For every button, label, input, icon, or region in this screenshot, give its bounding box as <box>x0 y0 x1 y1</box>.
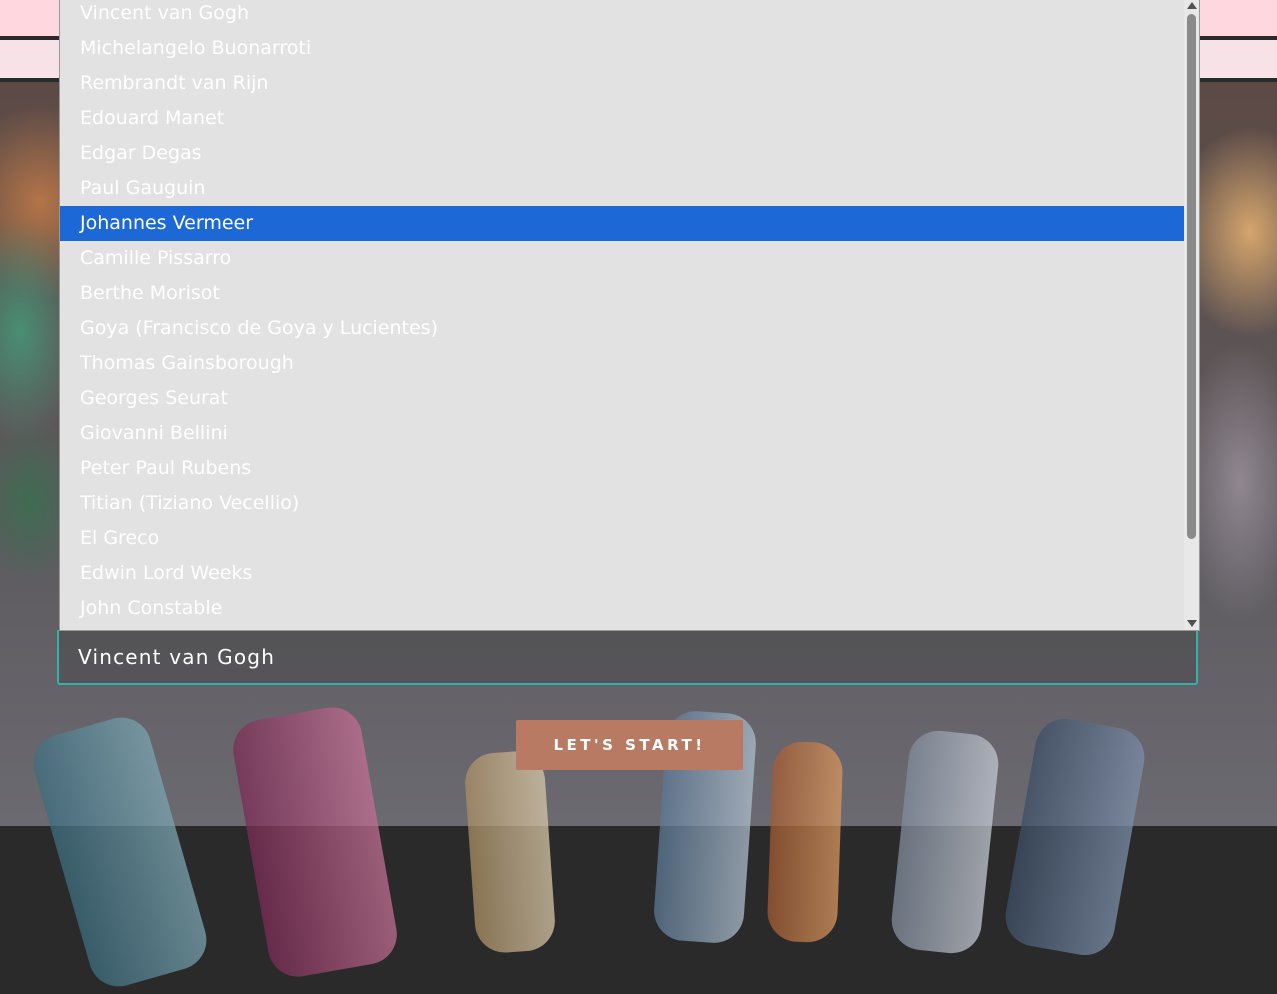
dropdown-option[interactable]: Giovanni Bellini <box>60 416 1186 451</box>
dropdown-scrollbar[interactable] <box>1184 0 1199 630</box>
dropdown-option[interactable]: Edgar Degas <box>60 136 1186 171</box>
dropdown-option[interactable]: Camille Pissarro <box>60 241 1186 276</box>
dropdown-option[interactable]: El Greco <box>60 521 1186 556</box>
scroll-down-icon[interactable] <box>1187 620 1197 627</box>
dropdown-option[interactable]: John Constable <box>60 591 1186 626</box>
artist-select[interactable]: Vincent van Gogh <box>57 630 1198 685</box>
dropdown-option[interactable]: Michelangelo Buonarroti <box>60 31 1186 66</box>
option-list: Vincent van Gogh Michelangelo Buonarroti R… <box>60 0 1186 626</box>
brush-shape <box>766 740 844 944</box>
start-button[interactable]: LET'S START! <box>516 720 743 770</box>
dropdown-option[interactable]: Peter Paul Rubens <box>60 451 1186 486</box>
dropdown-option[interactable]: Titian (Tiziano Vecellio) <box>60 486 1186 521</box>
dropdown-option[interactable]: Goya (Francisco de Goya y Lucientes) <box>60 311 1186 346</box>
dropdown-option[interactable]: Georges Seurat <box>60 381 1186 416</box>
dropdown-option[interactable]: Edouard Manet <box>60 101 1186 136</box>
brush-shape <box>1000 714 1150 960</box>
dropdown-option[interactable]: Johannes Vermeer <box>60 206 1186 241</box>
dropdown-option[interactable]: Rembrandt van Rijn <box>60 66 1186 101</box>
artist-select-value: Vincent van Gogh <box>78 644 276 669</box>
scroll-up-icon[interactable] <box>1187 2 1197 9</box>
brush-shape <box>228 702 402 982</box>
dropdown-option[interactable]: Edwin Lord Weeks <box>60 556 1186 591</box>
brush-shape <box>888 727 1002 957</box>
brush-shape <box>26 710 214 994</box>
dropdown-option[interactable]: Thomas Gainsborough <box>60 346 1186 381</box>
dropdown-option[interactable]: Berthe Morisot <box>60 276 1186 311</box>
dropdown-option[interactable]: Paul Gauguin <box>60 171 1186 206</box>
artist-dropdown-list[interactable]: Vincent van Gogh Michelangelo Buonarroti R… <box>59 0 1200 631</box>
dropdown-option[interactable]: Vincent van Gogh <box>60 0 1186 31</box>
scrollbar-thumb[interactable] <box>1187 14 1196 539</box>
brush-shape <box>463 749 557 955</box>
